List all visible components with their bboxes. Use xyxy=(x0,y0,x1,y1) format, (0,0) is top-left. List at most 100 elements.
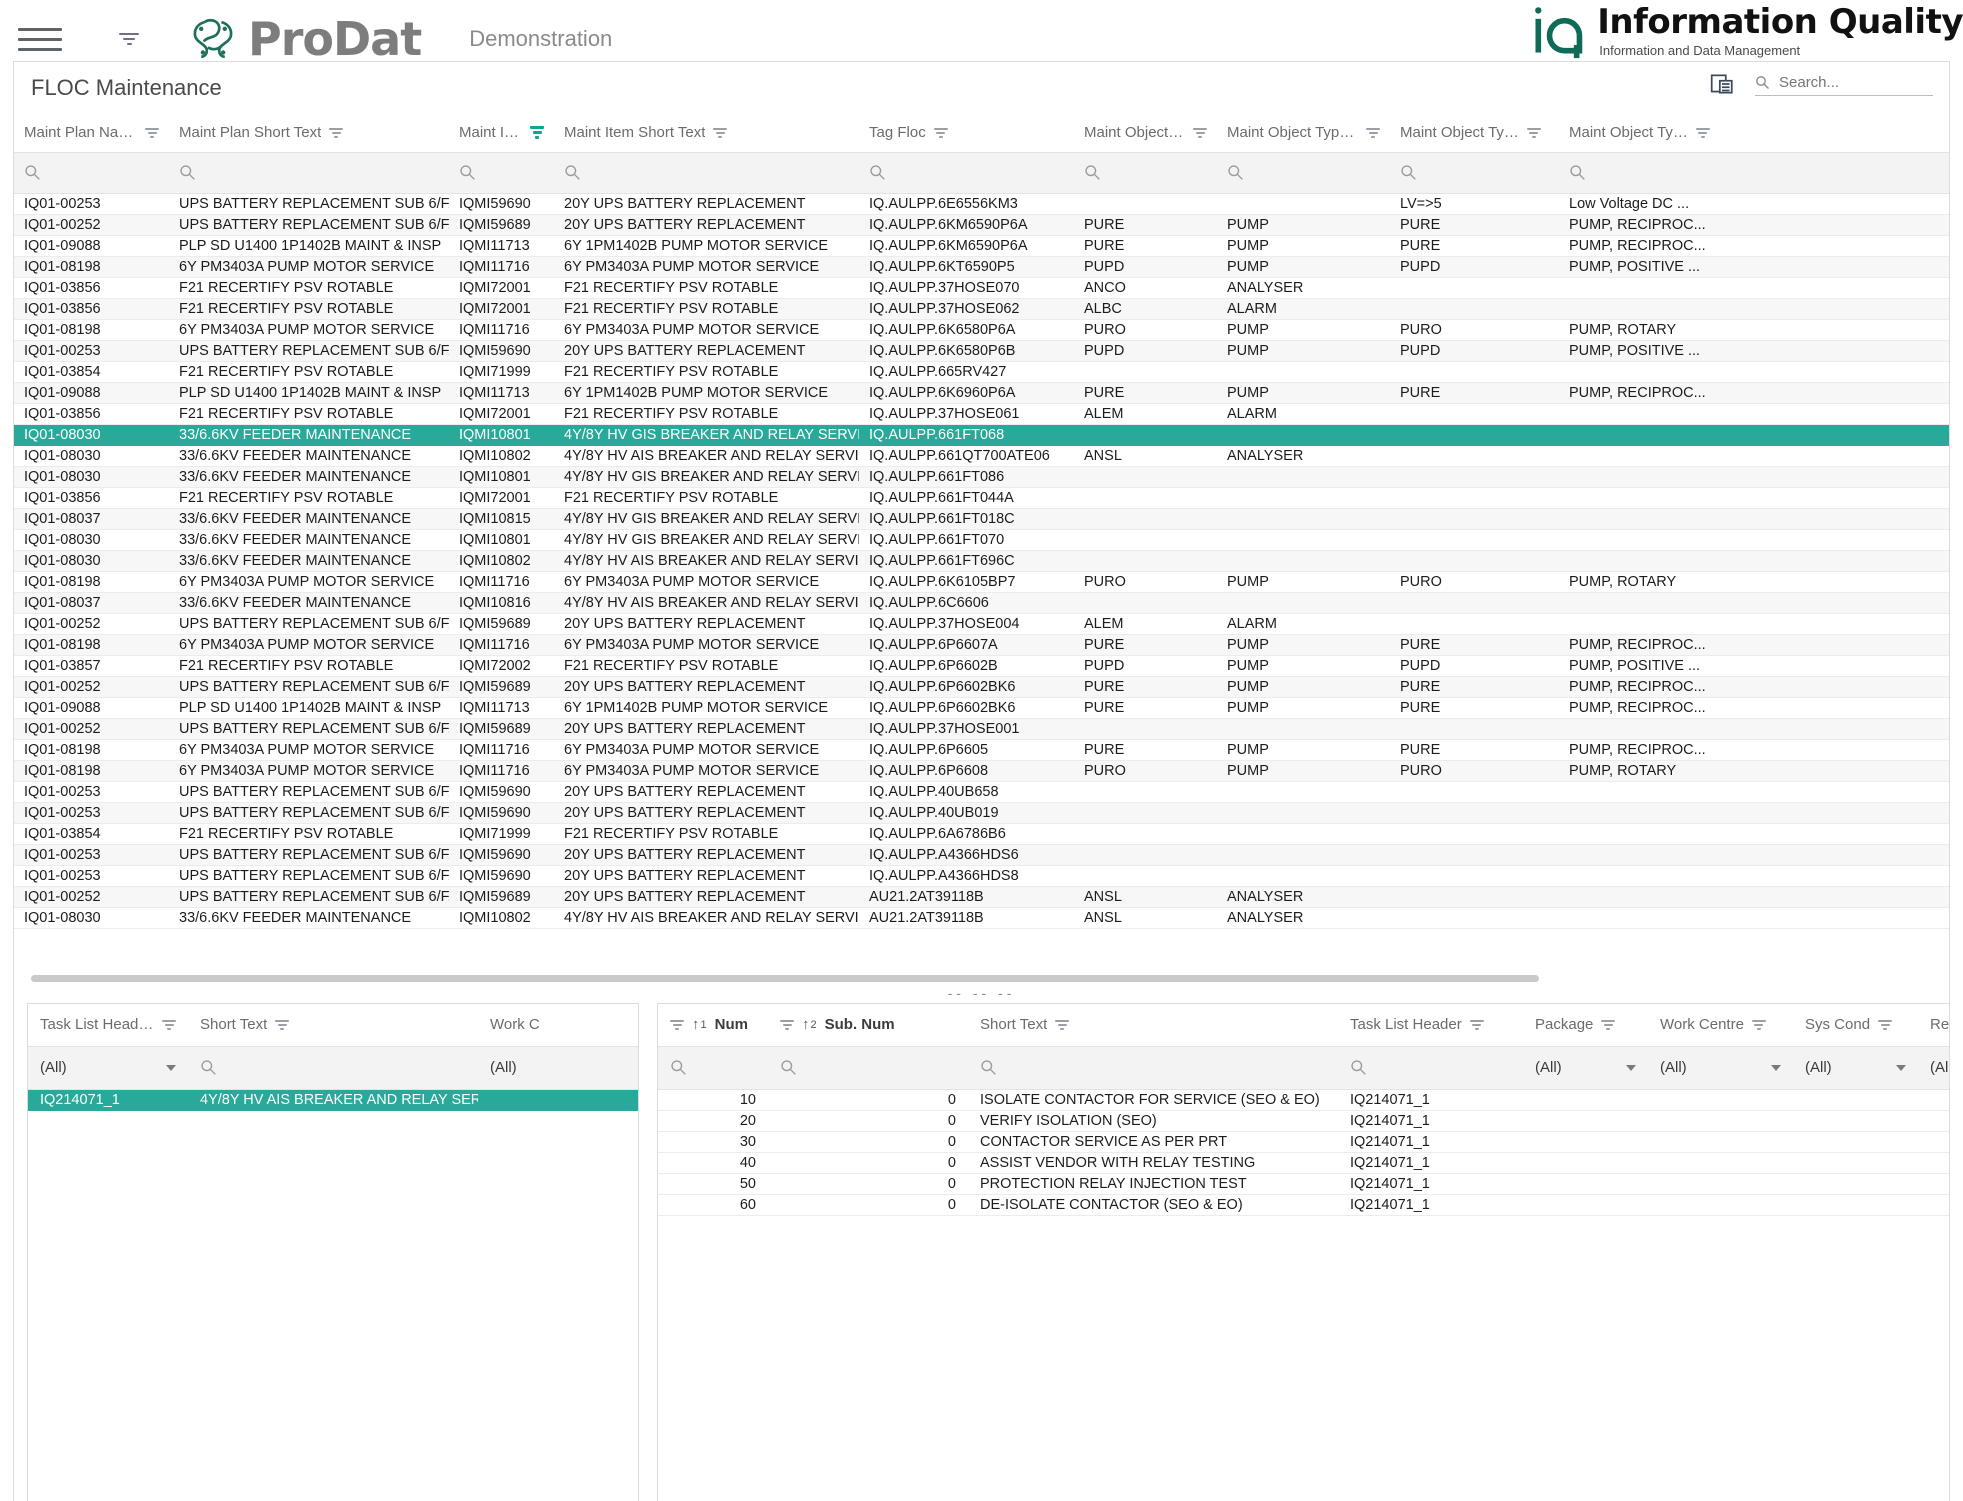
filter-cell-3[interactable] xyxy=(554,152,859,194)
table-row[interactable]: IQ01-08030 33/6.6KV FEEDER MAINTENANCE IQM… xyxy=(14,907,1949,929)
table-row[interactable]: 60 0 DE-ISOLATE CONTACTOR (SEO & EO) IQ2140… xyxy=(658,1194,1949,1216)
panel-splitter[interactable]: -- -- -- xyxy=(14,982,1949,1004)
table-row[interactable]: 40 0 ASSIST VENDOR WITH RELAY TESTING IQ214… xyxy=(658,1152,1949,1174)
filter-cell-6[interactable] xyxy=(1217,152,1390,194)
column-header-num[interactable]: ↑ 1 Num xyxy=(658,1004,768,1047)
filter-sys-cond[interactable]: (All) xyxy=(1793,1046,1918,1090)
search-input[interactable] xyxy=(1777,72,1933,92)
table-row[interactable]: IQ01-00253 UPS BATTERY REPLACEMENT SUB 6/… xyxy=(14,340,1949,362)
floc-maintenance-grid[interactable]: Maint Plan Name Maint Plan Short Text Ma… xyxy=(14,114,1949,982)
table-row[interactable]: IQ01-08198 6Y PM3403A PUMP MOTOR SERVICE I… xyxy=(14,256,1949,278)
table-row[interactable]: IQ01-08037 33/6.6KV FEEDER MAINTENANCE IQM… xyxy=(14,592,1949,614)
table-row[interactable]: IQ01-03854 F21 RECERTIFY PSV ROTABLE IQMI7… xyxy=(14,361,1949,383)
hamburger-menu-icon[interactable] xyxy=(18,22,62,56)
table-row[interactable]: IQ01-03856 F21 RECERTIFY PSV ROTABLE IQMI7… xyxy=(14,298,1949,320)
filter-icon[interactable] xyxy=(329,127,344,138)
table-row[interactable]: IQ01-08030 33/6.6KV FEEDER MAINTENANCE IQM… xyxy=(14,445,1949,467)
table-row[interactable]: IQ01-08037 33/6.6KV FEEDER MAINTENANCE IQM… xyxy=(14,508,1949,530)
table-row[interactable]: IQ01-09088 PLP SD U1400 1P1402B MAINT & I… xyxy=(14,697,1949,719)
document-copy-icon[interactable] xyxy=(1709,71,1735,97)
table-row[interactable]: IQ01-00253 UPS BATTERY REPLACEMENT SUB 6/… xyxy=(14,802,1949,824)
filter-icon[interactable] xyxy=(162,1019,176,1030)
filter-icon[interactable] xyxy=(1526,127,1541,138)
table-row[interactable]: IQ01-03857 F21 RECERTIFY PSV ROTABLE IQMI7… xyxy=(14,655,1949,677)
table-row[interactable]: IQ01-08030 33/6.6KV FEEDER MAINTENANCE IQM… xyxy=(14,466,1949,488)
filter-icon-active[interactable] xyxy=(530,126,544,140)
table-row[interactable]: IQ01-08198 6Y PM3403A PUMP MOTOR SERVICE I… xyxy=(14,571,1949,593)
table-row[interactable]: IQ01-08198 6Y PM3403A PUMP MOTOR SERVICE I… xyxy=(14,634,1949,656)
filter-cell-5[interactable] xyxy=(1074,152,1217,194)
table-row[interactable]: IQ01-00253 UPS BATTERY REPLACEMENT SUB 6/… xyxy=(14,781,1949,803)
filter-cell-7[interactable] xyxy=(1390,152,1559,194)
column-header-maint-object-type[interactable]: Maint Object Ty… xyxy=(1074,114,1217,153)
column-header-maint-plan-name[interactable]: Maint Plan Name xyxy=(14,114,169,153)
filter-icon[interactable] xyxy=(670,1019,684,1030)
table-row[interactable]: IQ01-08030 33/6.6KV FEEDER MAINTENANCE IQM… xyxy=(14,424,1949,446)
filter-work-centre[interactable]: (All) xyxy=(478,1046,638,1090)
column-header-task-list-header[interactable]: Task List Header xyxy=(1338,1004,1523,1047)
filter-cell-1[interactable] xyxy=(169,152,449,194)
table-row[interactable]: IQ01-03856 F21 RECERTIFY PSV ROTABLE IQMI7… xyxy=(14,277,1949,299)
filter-icon[interactable] xyxy=(1193,127,1207,138)
table-row[interactable]: IQ01-00252 UPS BATTERY REPLACEMENT SUB 6/… xyxy=(14,718,1949,740)
column-header-task-list-header-id[interactable]: Task List Header Id xyxy=(28,1004,188,1047)
filter-icon[interactable] xyxy=(145,127,159,138)
sort-ascending-icon[interactable]: ↑ 1 xyxy=(692,1017,707,1032)
filter-cell-0[interactable] xyxy=(14,152,169,194)
search-box[interactable] xyxy=(1755,72,1933,96)
filter-rel-to-op[interactable]: (All) xyxy=(1918,1046,1949,1090)
table-row[interactable]: IQ01-03854 F21 RECERTIFY PSV ROTABLE IQMI7… xyxy=(14,823,1949,845)
filter-icon[interactable] xyxy=(933,127,948,138)
column-header-maint-object-type-3[interactable]: Maint Object Ty… xyxy=(1559,114,1949,153)
filter-cell-2[interactable] xyxy=(449,152,554,194)
filter-cell-4[interactable] xyxy=(859,152,1074,194)
filter-icon[interactable] xyxy=(1695,127,1710,138)
column-header-maint-plan-short-text[interactable]: Maint Plan Short Text xyxy=(169,114,449,153)
column-header-sub-num[interactable]: ↑ 2 Sub. Num xyxy=(768,1004,968,1047)
table-row[interactable]: IQ01-08198 6Y PM3403A PUMP MOTOR SERVICE I… xyxy=(14,319,1949,341)
filter-icon[interactable] xyxy=(713,127,728,138)
filter-num[interactable] xyxy=(658,1046,768,1090)
filter-icon[interactable] xyxy=(1055,1019,1070,1030)
filter-funnel-icon[interactable] xyxy=(114,26,144,52)
sort-ascending-icon[interactable]: ↑ 2 xyxy=(802,1017,817,1032)
column-header-short-text[interactable]: Short Text xyxy=(188,1004,478,1047)
table-row[interactable]: IQ01-00252 UPS BATTERY REPLACEMENT SUB 6/… xyxy=(14,886,1949,908)
table-row[interactable]: IQ01-08030 33/6.6KV FEEDER MAINTENANCE IQM… xyxy=(14,550,1949,572)
filter-icon[interactable] xyxy=(275,1019,290,1030)
column-header-rel-to-op[interactable]: Rel to Op xyxy=(1918,1004,1949,1047)
table-row[interactable]: 30 0 CONTACTOR SERVICE AS PER PRT IQ214071_… xyxy=(658,1131,1949,1153)
table-row[interactable]: IQ01-08198 6Y PM3403A PUMP MOTOR SERVICE I… xyxy=(14,760,1949,782)
table-row[interactable]: IQ01-03856 F21 RECERTIFY PSV ROTABLE IQMI7… xyxy=(14,403,1949,425)
table-row[interactable]: IQ01-09088 PLP SD U1400 1P1402B MAINT & I… xyxy=(14,235,1949,257)
operations-filter-row[interactable]: (All) (All) (All) (All) xyxy=(658,1046,1949,1090)
filter-work-centre[interactable]: (All) xyxy=(1648,1046,1793,1090)
column-header-sys-cond[interactable]: Sys Cond xyxy=(1793,1004,1918,1047)
table-row[interactable]: IQ01-00253 UPS BATTERY REPLACEMENT SUB 6/… xyxy=(14,865,1949,887)
table-row[interactable]: IQ01-09088 PLP SD U1400 1P1402B MAINT & I… xyxy=(14,382,1949,404)
filter-icon[interactable] xyxy=(780,1019,794,1030)
filter-task-list-header[interactable] xyxy=(1338,1046,1523,1090)
chevron-down-icon[interactable] xyxy=(1771,1064,1781,1071)
column-header-maint-item-short-text[interactable]: Maint Item Short Text xyxy=(554,114,859,153)
table-row[interactable]: IQ01-08198 6Y PM3403A PUMP MOTOR SERVICE I… xyxy=(14,739,1949,761)
table-row[interactable]: 10 0 ISOLATE CONTACTOR FOR SERVICE (SEO & … xyxy=(658,1089,1949,1111)
table-row[interactable]: IQ01-00252 UPS BATTERY REPLACEMENT SUB 6/… xyxy=(14,214,1949,236)
chevron-down-icon[interactable] xyxy=(1896,1064,1906,1071)
filter-icon[interactable] xyxy=(1751,1019,1766,1030)
column-header-maint-item[interactable]: Maint Item… xyxy=(449,114,554,153)
table-row[interactable]: IQ01-08030 33/6.6KV FEEDER MAINTENANCE IQM… xyxy=(14,529,1949,551)
filter-icon[interactable] xyxy=(1469,1019,1484,1030)
chevron-down-icon[interactable] xyxy=(1626,1064,1636,1071)
column-header-package[interactable]: Package xyxy=(1523,1004,1648,1047)
table-row[interactable]: IQ01-03856 F21 RECERTIFY PSV ROTABLE IQMI7… xyxy=(14,487,1949,509)
filter-short-text[interactable] xyxy=(188,1046,478,1090)
table-row[interactable]: IQ01-00253 UPS BATTERY REPLACEMENT SUB 6/… xyxy=(14,844,1949,866)
column-header-maint-object-type-desc[interactable]: Maint Object Type Desc xyxy=(1217,114,1390,153)
filter-sub-num[interactable] xyxy=(768,1046,968,1090)
filter-icon[interactable] xyxy=(1601,1019,1616,1030)
column-filter-row[interactable] xyxy=(14,152,1949,194)
task-list-filter-row[interactable]: (All) (All) xyxy=(28,1046,638,1090)
horizontal-scrollbar[interactable] xyxy=(31,975,1539,982)
table-row[interactable]: IQ01-00252 UPS BATTERY REPLACEMENT SUB 6/… xyxy=(14,613,1949,635)
